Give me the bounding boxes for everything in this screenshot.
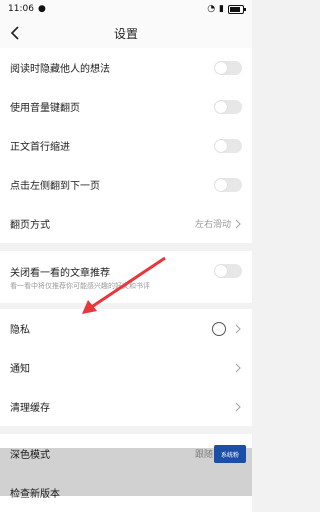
back-arrow-icon [10, 26, 19, 40]
setting-label: 隐私 [10, 325, 30, 336]
page-title: 设置 [113, 26, 138, 41]
recommend-top: 关闭看一看的文章推荐 [10, 264, 242, 279]
status-bar: 11:06 ● ◔ ▮ [0, 0, 252, 18]
setting-label: 关闭看一看的文章推荐 [10, 267, 110, 279]
privacy-right [212, 321, 242, 336]
setting-row-volume-keys[interactable]: 使用音量键翻页 [0, 87, 252, 126]
setting-row-privacy[interactable]: 隐私 [0, 309, 252, 348]
setting-row-hide-thoughts[interactable]: 阅读时隐藏他人的想法 [0, 48, 252, 87]
battery-level [230, 6, 240, 12]
setting-row-tap-left[interactable]: 点击左侧翻到下一页 [0, 165, 252, 204]
back-button[interactable] [6, 24, 24, 42]
setting-row-notifications[interactable]: 通知 [0, 348, 252, 387]
toggle-knob [215, 178, 227, 191]
wifi-icon: ◔ [207, 4, 216, 14]
toggle-knob [215, 61, 227, 74]
setting-row-indent[interactable]: 正文首行缩进 [0, 126, 252, 165]
chevron-right-icon [235, 363, 241, 372]
setting-label: 使用音量键翻页 [10, 103, 80, 114]
status-time: 11:06 [8, 4, 34, 14]
chevron-right-icon [235, 219, 241, 228]
setting-label: 正文首行缩进 [10, 142, 70, 153]
setting-row-clear-cache[interactable]: 清理缓存 [0, 387, 252, 426]
settings-group-misc: 隐私 通知 清理缓存 [0, 309, 252, 426]
hide-thoughts-toggle[interactable] [214, 60, 242, 75]
chevron-right-icon [235, 324, 241, 333]
toggle-knob [215, 100, 227, 113]
page-turn-value-text: 左右滑动 [194, 220, 231, 230]
recommend-subtext: 看一看中将仅推荐你可能感兴趣的好文和书评 [10, 281, 150, 290]
setting-label: 通知 [10, 364, 30, 375]
page-turn-value: 左右滑动 [195, 217, 242, 230]
setting-label: 点击左侧翻到下一页 [10, 181, 100, 192]
tap-left-toggle[interactable] [214, 177, 242, 192]
signal-icon: ▮ [219, 4, 224, 14]
circle-icon [212, 321, 226, 336]
setting-label: 清理缓存 [10, 403, 50, 414]
settings-group-recommend: 关闭看一看的文章推荐 看一看中将仅推荐你可能感兴趣的好文和书评 [0, 251, 252, 303]
chevron-right-icon [235, 402, 241, 411]
setting-row-page-turn[interactable]: 翻页方式 左右滑动 [0, 204, 252, 243]
settings-group-reading: 阅读时隐藏他人的想法 使用音量键翻页 正文首行缩进 点击左侧翻到下一页 翻页方式… [0, 48, 252, 243]
watermark-logo: 系统粉 [214, 445, 246, 463]
setting-label: 翻页方式 [10, 220, 50, 231]
toggle-knob [215, 139, 227, 152]
setting-row-recommend[interactable]: 关闭看一看的文章推荐 看一看中将仅推荐你可能感兴趣的好文和书评 [0, 251, 252, 303]
indent-toggle[interactable] [214, 138, 242, 153]
setting-label: 阅读时隐藏他人的想法 [10, 64, 110, 75]
status-left: 11:06 ● [8, 4, 46, 14]
status-right: ◔ ▮ [207, 4, 246, 14]
volume-keys-toggle[interactable] [214, 99, 242, 114]
notification-icon: ● [37, 4, 46, 14]
toggle-knob [215, 265, 227, 277]
recommend-toggle[interactable] [214, 264, 242, 278]
header: 设置 [0, 18, 252, 48]
battery-icon [228, 4, 246, 14]
